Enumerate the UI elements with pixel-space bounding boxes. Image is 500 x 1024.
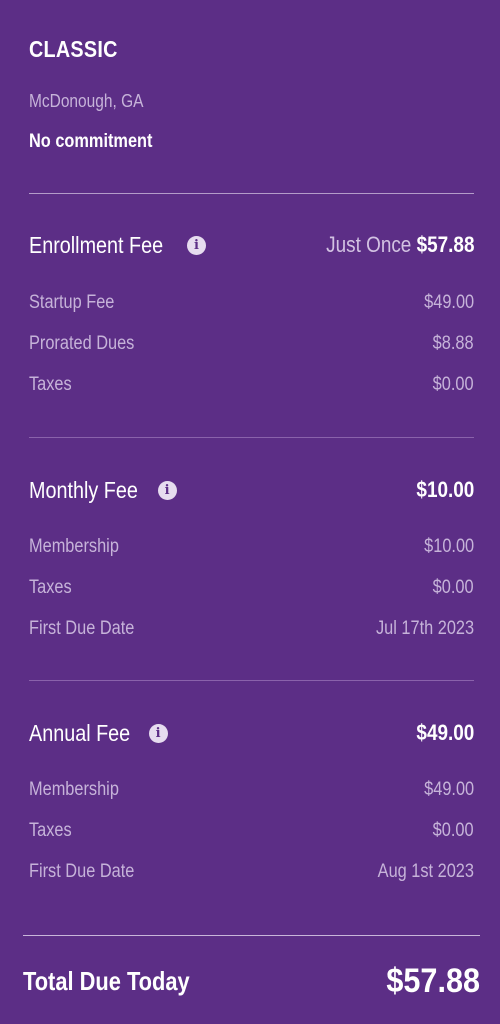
fee-line-item: Taxes $0.00 bbox=[29, 577, 474, 601]
line-item-label: Membership bbox=[29, 779, 119, 800]
monthly-fee-amount: $10.00 bbox=[416, 477, 474, 503]
monthly-fee-title: Monthly Fee i bbox=[29, 477, 177, 504]
divider bbox=[29, 680, 474, 681]
annual-fee-title: Annual Fee i bbox=[29, 720, 168, 747]
enrollment-fee-title: Enrollment Fee i bbox=[29, 232, 206, 259]
fee-line-item: Membership $10.00 bbox=[29, 536, 474, 560]
plan-name: CLASSIC bbox=[29, 36, 118, 62]
enrollment-fee-label: Enrollment Fee bbox=[29, 232, 164, 258]
enrollment-fee-amount: Just Once $57.88 bbox=[326, 232, 474, 258]
fee-line-item: First Due Date Jul 17th 2023 bbox=[29, 618, 474, 642]
total-divider bbox=[23, 935, 480, 936]
monthly-fee-label: Monthly Fee bbox=[29, 477, 138, 503]
fee-line-item: Membership $49.00 bbox=[29, 779, 474, 803]
annual-fee-amount: $49.00 bbox=[416, 720, 474, 746]
enrollment-fee-frequency: Just Once bbox=[325, 232, 411, 257]
line-item-value: Jul 17th 2023 bbox=[375, 618, 474, 639]
line-item-label: Startup Fee bbox=[29, 292, 115, 313]
divider bbox=[29, 193, 474, 194]
line-item-value: $10.00 bbox=[424, 536, 474, 557]
fee-line-item: Taxes $0.00 bbox=[29, 820, 474, 844]
line-item-label: Taxes bbox=[29, 374, 72, 395]
enrollment-fee-header: Enrollment Fee i Just Once $57.88 bbox=[29, 232, 474, 262]
line-item-label: Membership bbox=[29, 536, 119, 557]
monthly-fee-total: $10.00 bbox=[416, 477, 474, 502]
fee-line-item: Taxes $0.00 bbox=[29, 374, 474, 398]
line-item-value: $49.00 bbox=[424, 779, 474, 800]
total-due-label: Total Due Today bbox=[23, 966, 190, 996]
enrollment-fee-total: $57.88 bbox=[416, 232, 474, 257]
line-item-label: Taxes bbox=[29, 820, 72, 841]
info-icon[interactable]: i bbox=[186, 236, 206, 255]
line-item-value: Aug 1st 2023 bbox=[377, 861, 474, 882]
divider bbox=[29, 437, 474, 438]
line-item-value: $0.00 bbox=[433, 820, 474, 841]
plan-location: McDonough, GA bbox=[29, 91, 144, 111]
line-item-value: $0.00 bbox=[433, 577, 474, 598]
info-icon[interactable]: i bbox=[148, 724, 168, 743]
annual-fee-total: $49.00 bbox=[416, 720, 474, 745]
annual-fee-header: Annual Fee i $49.00 bbox=[29, 720, 474, 750]
info-icon[interactable]: i bbox=[157, 481, 177, 500]
monthly-fee-header: Monthly Fee i $10.00 bbox=[29, 477, 474, 507]
plan-commitment: No commitment bbox=[29, 131, 153, 152]
fee-line-item: Prorated Dues $8.88 bbox=[29, 333, 474, 357]
fee-line-item: Startup Fee $49.00 bbox=[29, 292, 474, 316]
annual-fee-label: Annual Fee bbox=[29, 720, 131, 746]
line-item-label: First Due Date bbox=[29, 861, 135, 882]
line-item-value: $0.00 bbox=[433, 374, 474, 395]
fee-line-item: First Due Date Aug 1st 2023 bbox=[29, 861, 474, 885]
line-item-value: $8.88 bbox=[433, 333, 474, 354]
total-due-value: $57.88 bbox=[386, 962, 480, 1000]
line-item-label: Taxes bbox=[29, 577, 72, 598]
line-item-label: First Due Date bbox=[29, 618, 135, 639]
line-item-label: Prorated Dues bbox=[29, 333, 135, 354]
line-item-value: $49.00 bbox=[424, 292, 474, 313]
